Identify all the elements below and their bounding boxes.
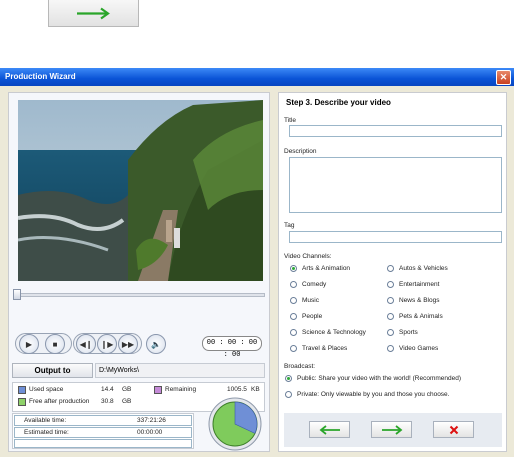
broadcast-private-radio[interactable] <box>285 391 292 398</box>
remaining-label: Remaining <box>165 386 197 393</box>
next-frame-button[interactable]: ❙▶ <box>97 334 117 354</box>
estimated-time-row: Estimated time: 00:00:00 <box>14 427 192 438</box>
output-to-button[interactable]: Output to <box>12 363 93 378</box>
channel-radio-comedy[interactable] <box>290 281 297 288</box>
seek-handle[interactable] <box>13 289 21 300</box>
play-icon: ▶ <box>25 340 33 349</box>
seek-bar[interactable] <box>13 293 265 297</box>
remaining-value: 1005.5 <box>227 386 247 393</box>
step-back-icon: ◀❙ <box>79 340 93 349</box>
available-time-row: Available time: 337:21:26 <box>14 415 192 426</box>
estimated-time-value: 00:00:00 <box>137 429 163 436</box>
tag-input[interactable] <box>289 231 502 243</box>
channel-radio-video-games[interactable] <box>387 345 394 352</box>
timecode-display: 00 : 00 : 00 : 00 <box>202 336 262 359</box>
preview-panel: ▶ ■ ◀❙ ❙▶ ▶▶ 🔈 00 : 00 : 00 : 00 Output … <box>8 92 270 452</box>
channel-label-video-games: Video Games <box>399 345 439 352</box>
channel-radio-entertainment[interactable] <box>387 281 394 288</box>
description-label: Description <box>284 148 317 155</box>
arrow-right-icon <box>77 7 110 20</box>
title-label: Title <box>284 117 297 124</box>
time-info-box: Available time: 337:21:26 Estimated time… <box>12 413 194 449</box>
free-space-unit: GB <box>122 398 132 405</box>
channel-label-travel-places: Travel & Places <box>302 345 348 352</box>
next-button[interactable] <box>371 421 412 438</box>
used-space-label: Used space <box>29 386 64 393</box>
available-time-value: 337:21:26 <box>137 417 166 424</box>
disk-usage-pie <box>208 397 262 451</box>
used-space-unit: GB <box>122 386 132 393</box>
channel-radio-sports[interactable] <box>387 329 394 336</box>
channel-label-comedy: Comedy <box>302 281 327 288</box>
cancel-button[interactable] <box>433 421 474 438</box>
step-heading: Step 3. Describe your video <box>286 98 391 107</box>
channel-radio-pets-animals[interactable] <box>387 313 394 320</box>
broadcast-label: Broadcast: <box>284 363 316 370</box>
fast-forward-button[interactable]: ▶▶ <box>118 334 138 354</box>
broadcast-public-radio[interactable] <box>285 375 292 382</box>
remaining-unit: KB <box>251 386 260 393</box>
channel-radio-autos-vehicles[interactable] <box>387 265 394 272</box>
free-space-value: 30.8 <box>101 398 114 405</box>
prev-frame-button[interactable]: ◀❙ <box>76 334 96 354</box>
speaker-icon: 🔈 <box>151 340 161 349</box>
arrow-right-icon <box>382 425 403 435</box>
x-icon <box>449 425 459 435</box>
step-forward-icon: ❙▶ <box>100 340 114 349</box>
available-time-label: Available time: <box>24 417 67 424</box>
tag-label: Tag <box>284 222 295 229</box>
channel-label-music: Music <box>302 297 319 304</box>
channel-label-news-blogs: News & Blogs <box>399 297 440 304</box>
broadcast-public-label: Public: Share your video with the world!… <box>297 375 462 382</box>
video-channels-label: Video Channels: <box>284 253 332 260</box>
used-space-value: 14.4 <box>101 386 114 393</box>
used-space-swatch <box>18 386 26 394</box>
fast-forward-icon: ▶▶ <box>121 340 135 349</box>
back-button[interactable] <box>309 421 350 438</box>
channel-label-pets-animals: Pets & Animals <box>399 313 443 320</box>
channel-label-sports: Sports <box>399 329 418 336</box>
channel-label-people: People <box>302 313 323 320</box>
channel-radio-arts-animation[interactable] <box>290 265 297 272</box>
volume-button[interactable]: 🔈 <box>146 334 166 354</box>
channel-radio-travel-places[interactable] <box>290 345 297 352</box>
video-preview <box>18 100 263 281</box>
stop-icon: ■ <box>52 340 58 349</box>
channel-radio-science-technology[interactable] <box>290 329 297 336</box>
free-space-label: Free after production <box>29 398 90 405</box>
window-title: Production Wizard <box>0 68 514 86</box>
channel-radio-people[interactable] <box>290 313 297 320</box>
channel-radio-music[interactable] <box>290 297 297 304</box>
channel-label-arts-animation: Arts & Animation <box>302 265 351 272</box>
output-path-field[interactable]: D:\MyWorks\ <box>95 363 265 378</box>
play-button[interactable]: ▶ <box>19 334 39 354</box>
description-textarea[interactable] <box>289 157 502 213</box>
next-button-top[interactable] <box>48 0 139 27</box>
broadcast-private-label: Private: Only viewable by you and those … <box>297 391 450 398</box>
title-input[interactable] <box>289 125 502 137</box>
channel-label-science-technology: Science & Technology <box>302 329 366 336</box>
free-space-swatch <box>18 398 26 406</box>
channel-label-autos-vehicles: Autos & Vehicles <box>399 265 448 272</box>
arrow-left-icon <box>319 425 340 435</box>
describe-video-panel: Step 3. Describe your video Title Descri… <box>278 92 507 452</box>
channel-radio-news-blogs[interactable] <box>387 297 394 304</box>
close-button[interactable]: ✕ <box>496 70 511 85</box>
estimated-time-label: Estimated time: <box>24 429 69 436</box>
channel-label-entertainment: Entertainment <box>399 281 440 288</box>
stop-button[interactable]: ■ <box>45 334 65 354</box>
video-frame-image <box>18 100 263 281</box>
production-wizard-window: Production Wizard ✕ ▶ ■ ◀❙ ❙▶ ▶▶ 🔈 00: … <box>0 68 514 457</box>
progress-bar <box>14 439 192 448</box>
remaining-swatch <box>154 386 162 394</box>
